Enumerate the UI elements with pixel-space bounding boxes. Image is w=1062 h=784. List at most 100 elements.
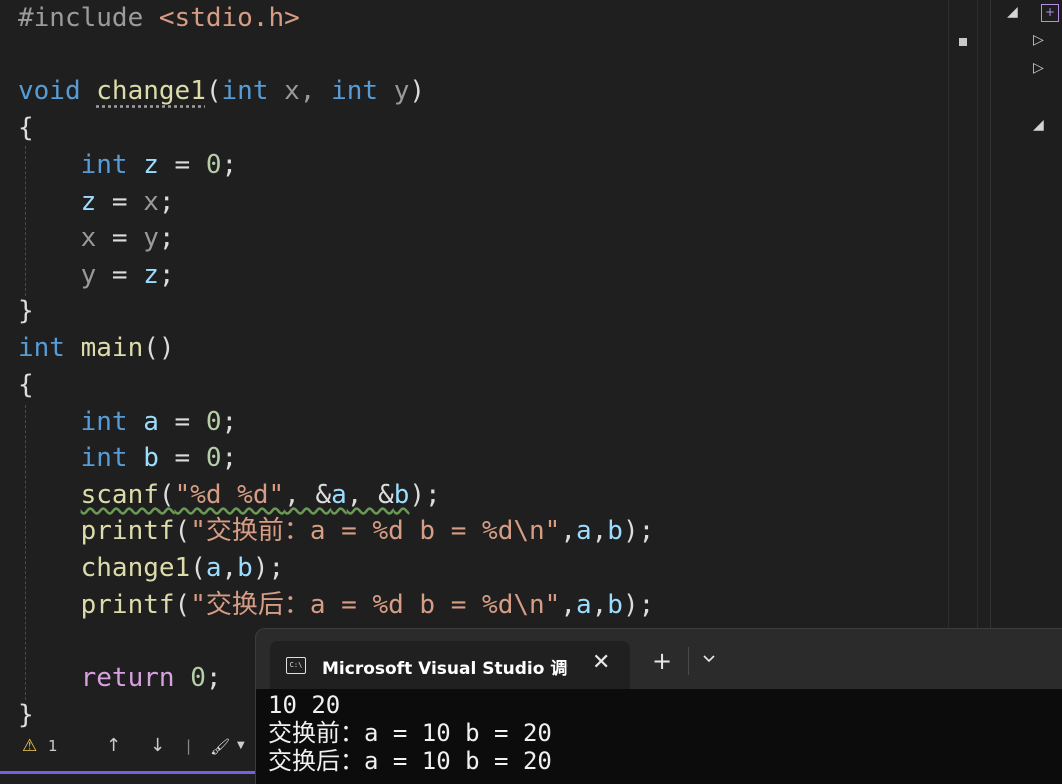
code-token: "交换前：a = %d b = %d\n" bbox=[190, 516, 561, 546]
code-token: , bbox=[560, 590, 576, 620]
code-token: { bbox=[18, 370, 34, 400]
code-token: b bbox=[237, 553, 253, 583]
code-token: ( bbox=[174, 590, 191, 620]
code-token: ); bbox=[409, 480, 441, 510]
code-token: ; bbox=[221, 150, 238, 180]
code-token: = bbox=[158, 150, 206, 180]
terminal-tab[interactable]: C:\ Microsoft Visual Studio 调试控 ✕ bbox=[270, 641, 630, 689]
code-line[interactable]: y = z; bbox=[18, 257, 175, 293]
code-token: () bbox=[143, 333, 175, 363]
close-icon[interactable]: ✕ bbox=[592, 650, 610, 675]
code-token: , bbox=[560, 516, 576, 546]
terminal-window[interactable]: C:\ Microsoft Visual Studio 调试控 ✕ + 10 2… bbox=[255, 628, 1062, 784]
collapse-triangle-icon[interactable]: ◢ bbox=[1007, 4, 1018, 20]
bottom-strip bbox=[0, 757, 260, 783]
code-token: ; bbox=[221, 407, 238, 437]
code-token: = bbox=[158, 443, 206, 473]
code-line[interactable]: int b = 0; bbox=[18, 440, 238, 476]
code-token: = bbox=[96, 187, 144, 217]
code-line[interactable]: printf("交换后：a = %d b = %d\n",a,b); bbox=[18, 587, 655, 623]
code-token: printf bbox=[80, 590, 175, 620]
collapse-triangle-icon[interactable]: ◢ bbox=[1033, 117, 1044, 133]
code-token: ( bbox=[174, 516, 191, 546]
code-line[interactable]: int z = 0; bbox=[18, 147, 238, 183]
code-line[interactable]: return 0; bbox=[18, 660, 222, 696]
code-line[interactable]: { bbox=[18, 110, 34, 146]
output-line: 交换前：a = 10 b = 20 bbox=[268, 719, 552, 747]
editor-status-bar: ⚠ 1 ↑ ↓ | 🖌 ▼ bbox=[0, 735, 260, 757]
code-token: , bbox=[591, 516, 608, 546]
code-token: int bbox=[331, 76, 379, 106]
code-line[interactable]: void change1(int x, int y) bbox=[18, 73, 425, 109]
code-token: 0 bbox=[205, 443, 222, 473]
code-token: "交换后：a = %d b = %d\n" bbox=[190, 590, 561, 620]
arrow-down-icon[interactable]: ↓ bbox=[150, 735, 165, 756]
arrow-up-icon[interactable]: ↑ bbox=[106, 735, 121, 756]
code-line[interactable]: int main() bbox=[18, 330, 175, 366]
code-token: ) bbox=[409, 76, 426, 106]
code-line[interactable]: printf("交换前：a = %d b = %d\n",a,b); bbox=[18, 513, 655, 549]
code-line[interactable]: #include <stdio.h> bbox=[18, 0, 300, 36]
code-token: y bbox=[143, 223, 159, 253]
brush-icon[interactable]: 🖌 bbox=[210, 737, 230, 756]
code-token: x, bbox=[268, 76, 332, 106]
code-line[interactable]: } bbox=[18, 697, 34, 733]
code-token: ); bbox=[622, 516, 655, 546]
add-window-icon[interactable]: + bbox=[1041, 4, 1059, 22]
code-token: ; bbox=[205, 663, 222, 693]
code-token: ); bbox=[622, 590, 655, 620]
code-token: x bbox=[143, 187, 159, 217]
code-token: y bbox=[378, 76, 410, 106]
code-token: <stdio.h> bbox=[158, 3, 300, 33]
code-line[interactable]: change1(a,b); bbox=[18, 550, 285, 586]
code-line[interactable]: int a = 0; bbox=[18, 404, 238, 440]
code-editor[interactable]: #include <stdio.h> void change1(int x, in… bbox=[0, 0, 948, 735]
code-token: a bbox=[575, 516, 592, 546]
code-token: 0 bbox=[190, 663, 206, 693]
code-token: = bbox=[96, 260, 144, 290]
scrollbar-marker[interactable] bbox=[959, 38, 967, 46]
expand-triangle-icon[interactable]: ▷ bbox=[1033, 32, 1044, 48]
expand-triangle-icon[interactable]: ▷ bbox=[1033, 60, 1044, 76]
chevron-down-icon[interactable]: ▼ bbox=[237, 740, 245, 751]
code-token: = bbox=[96, 223, 144, 253]
code-line[interactable]: z = x; bbox=[18, 184, 175, 220]
code-line[interactable]: } bbox=[18, 293, 34, 329]
code-token: a bbox=[205, 553, 222, 583]
code-line[interactable]: scanf("%d %d", &a, &b); bbox=[18, 477, 441, 513]
code-token: int bbox=[80, 150, 128, 180]
new-tab-button[interactable]: + bbox=[652, 649, 672, 673]
code-token: #include bbox=[18, 3, 159, 33]
code-line[interactable]: { bbox=[18, 367, 34, 403]
code-token: ; bbox=[158, 223, 175, 253]
output-line: 10 20 bbox=[268, 691, 341, 719]
code-token: ; bbox=[221, 443, 238, 473]
vertical-scrollbar[interactable] bbox=[948, 0, 977, 735]
code-token: ( bbox=[190, 553, 206, 583]
code-token: "%d %d" bbox=[174, 480, 285, 510]
code-token: x bbox=[80, 223, 97, 253]
warning-count[interactable]: 1 bbox=[48, 737, 58, 755]
code-token: y bbox=[80, 260, 97, 290]
code-token: int bbox=[80, 443, 128, 473]
chevron-down-icon[interactable] bbox=[702, 653, 716, 668]
output-line: 交换后：a = 10 b = 20 bbox=[268, 747, 552, 775]
code-token: 0 bbox=[205, 407, 222, 437]
code-token: z bbox=[143, 150, 159, 180]
outline-panel-tree: ◢ ▷ ▷ ◢ + bbox=[990, 0, 1062, 735]
code-token: scanf bbox=[80, 480, 159, 510]
terminal-output[interactable]: 10 20 交换前：a = 10 b = 20 交换后：a = 10 b = 2… bbox=[256, 689, 1062, 784]
code-line[interactable]: x = y; bbox=[18, 220, 175, 256]
warning-icon[interactable]: ⚠ bbox=[22, 736, 37, 756]
